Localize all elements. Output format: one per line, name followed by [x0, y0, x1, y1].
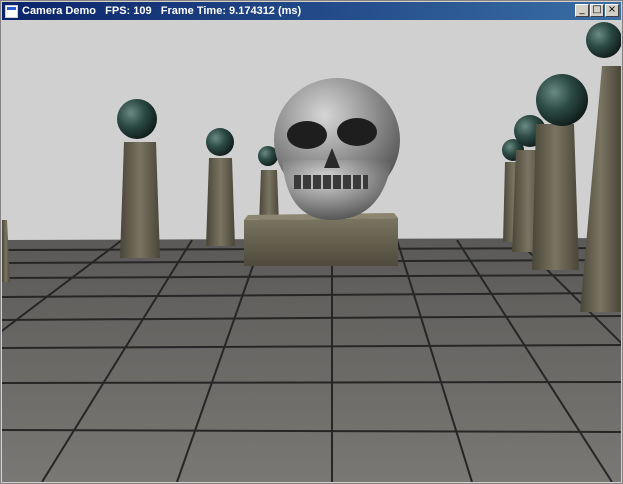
scene-canvas	[2, 20, 621, 482]
close-button[interactable]: ×	[605, 4, 619, 17]
window-title: Camera Demo FPS: 109 Frame Time: 9.17431…	[22, 5, 302, 17]
window-controls: _ □ ×	[575, 4, 619, 17]
render-viewport[interactable]	[2, 20, 621, 482]
column-left-far	[258, 146, 279, 225]
column-left-mid	[206, 128, 235, 246]
skull-pedestal	[244, 213, 398, 266]
title-bar[interactable]: Camera Demo FPS: 109 Frame Time: 9.17431…	[2, 2, 621, 20]
minimize-button[interactable]: _	[575, 4, 589, 17]
app-icon[interactable]	[5, 4, 18, 18]
app-window: Camera Demo FPS: 109 Frame Time: 9.17431…	[0, 0, 623, 484]
maximize-button[interactable]: □	[590, 4, 604, 17]
column-left-near	[117, 99, 160, 258]
